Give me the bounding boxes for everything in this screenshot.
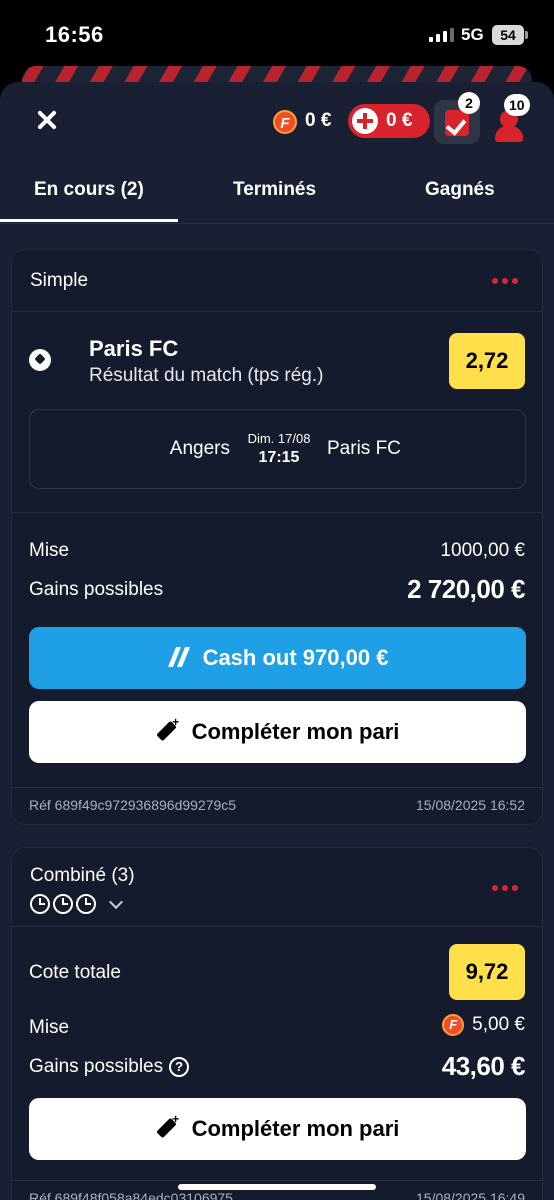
away-team: Paris FC <box>327 438 401 459</box>
bet-card-combine: Combiné (3) Cote totale 9,72 Mise F 5,00 … <box>11 847 543 1200</box>
complete-bet-button[interactable]: Compléter mon pari <box>29 1098 526 1160</box>
more-options-icon[interactable] <box>492 885 518 891</box>
complete-bet-button[interactable]: Compléter mon pari <box>29 701 526 763</box>
profile-button[interactable]: 10 <box>490 94 530 144</box>
profile-count-badge: 10 <box>504 94 530 116</box>
gains-value: 2 720,00 € <box>407 574 525 604</box>
football-icon <box>29 349 51 371</box>
help-icon[interactable]: ? <box>169 1056 190 1077</box>
gains-label: Gains possibles <box>29 579 164 600</box>
bet-placed-date: 15/08/2025 16:49 <box>416 1190 525 1200</box>
match-time: 17:15 <box>258 449 300 466</box>
deposit-balance: 0 € <box>386 110 413 131</box>
freebet-balance: 0 € <box>305 110 332 131</box>
my-bets-sheet: F 0 € 0 € 2 10 En cours (2) Terminés Gag… <box>0 82 554 1200</box>
stake-label: Mise <box>29 1017 70 1038</box>
betslip-button[interactable]: 2 <box>434 92 480 144</box>
tab-en-cours[interactable]: En cours (2) <box>0 179 178 222</box>
match-info[interactable]: Angers Dim. 17/08 17:15 Paris FC <box>29 409 526 489</box>
gains-value: 43,60 € <box>441 1051 526 1081</box>
cashout-icon <box>167 645 191 669</box>
cashout-label: Cash out 970,00 € <box>202 645 389 670</box>
match-date: Dim. 17/08 <box>247 431 311 446</box>
gains-label-row: Gains possibles? <box>29 1056 190 1078</box>
sheet-header: F 0 € 0 € 2 10 <box>0 82 554 160</box>
home-indicator[interactable] <box>178 1184 376 1190</box>
selections-status[interactable] <box>30 894 124 914</box>
signal-icon <box>429 28 454 42</box>
bet-card-simple: Simple Paris FC Résultat du match (tps r… <box>11 249 543 825</box>
bet-type: Combiné (3) <box>30 865 135 886</box>
freebet-coin-icon: F <box>273 110 297 134</box>
gains-label: Gains possibles <box>29 1056 164 1077</box>
stake-label: Mise <box>29 540 70 561</box>
deposit-button[interactable]: 0 € <box>348 104 430 138</box>
pending-clock-icon <box>76 894 96 914</box>
bet-reference: Réf 689f48f058a84edc03106975 <box>29 1190 233 1200</box>
tab-gagnes[interactable]: Gagnés <box>425 179 495 201</box>
pending-clock-icon <box>30 894 50 914</box>
edit-icon <box>156 718 180 743</box>
market-name: Résultat du match (tps rég.) <box>89 365 324 386</box>
betslip-check-icon <box>445 110 469 136</box>
status-bar: 16:56 5G 54 <box>0 0 554 70</box>
more-options-icon[interactable] <box>492 278 518 284</box>
status-time: 16:56 <box>45 22 104 47</box>
stake-value-row: F 5,00 € <box>442 1014 525 1036</box>
bet-type: Simple <box>30 270 89 291</box>
battery-icon: 54 <box>492 25 528 45</box>
total-odds-badge: 9,72 <box>449 944 525 1000</box>
selection-name: Paris FC <box>89 336 179 361</box>
plus-icon <box>352 108 378 134</box>
freebet-coin-icon: F <box>442 1014 465 1036</box>
betslip-count-badge: 2 <box>458 92 480 114</box>
total-odds-label: Cote totale <box>29 962 121 983</box>
stake-value: 5,00 € <box>472 1014 525 1036</box>
bet-placed-date: 15/08/2025 16:52 <box>416 797 525 813</box>
bets-tabs: En cours (2) Terminés Gagnés <box>0 160 554 224</box>
cashout-button[interactable]: Cash out 970,00 € <box>29 627 526 689</box>
tab-termines[interactable]: Terminés <box>233 179 316 201</box>
complete-bet-label: Compléter mon pari <box>191 719 400 744</box>
odds-badge: 2,72 <box>449 333 525 389</box>
pending-clock-icon <box>53 894 73 914</box>
chevron-down-icon[interactable] <box>108 894 124 909</box>
bet-reference: Réf 689f49c972936896d99279c5 <box>29 797 237 813</box>
network-type: 5G <box>461 25 484 44</box>
stake-value: 1000,00 € <box>440 540 525 561</box>
edit-icon <box>156 1115 180 1140</box>
home-team: Angers <box>169 438 230 459</box>
complete-bet-label: Compléter mon pari <box>191 1116 400 1141</box>
close-icon[interactable] <box>32 106 62 136</box>
